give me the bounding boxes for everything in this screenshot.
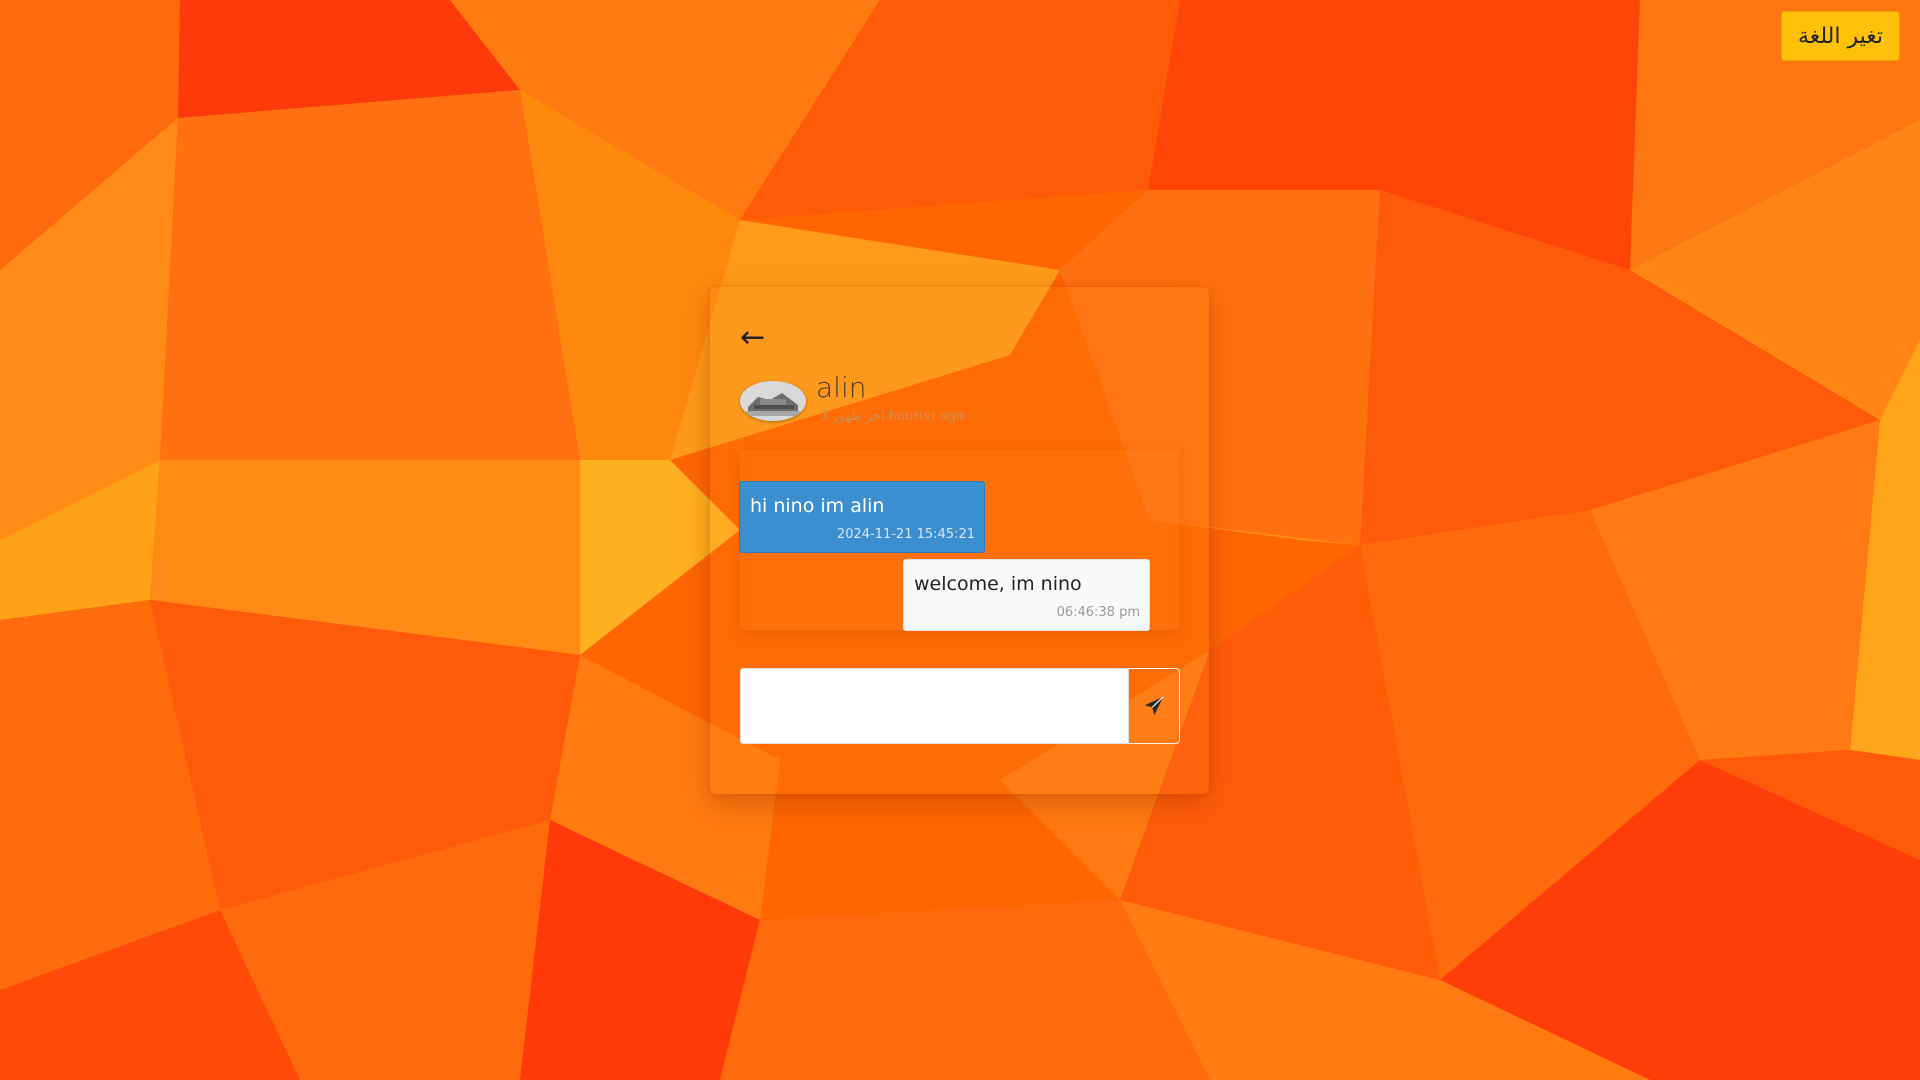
chat-card: ← alin اخر ظهور 3 hour(s) ago hi nino im… — [710, 287, 1209, 794]
send-button[interactable] — [1129, 668, 1180, 744]
last-seen-status: اخر ظهور 3 hour(s) ago — [820, 409, 964, 424]
message-bubble-sent: hi nino im alin 2024-11-21 15:45:21 — [739, 481, 985, 553]
message-bubble-received: welcome, im nino 06:46:38 pm — [903, 559, 1150, 631]
paper-plane-icon — [1144, 696, 1164, 716]
message-timestamp: 06:46:38 pm — [1056, 605, 1140, 620]
message-input[interactable] — [740, 668, 1129, 744]
message-timestamp: 2024-11-21 15:45:21 — [836, 527, 975, 542]
back-arrow-icon[interactable]: ← — [740, 323, 765, 353]
contact-name: alin — [816, 371, 867, 404]
message-text: welcome, im nino — [914, 573, 1082, 595]
contact-avatar — [740, 381, 806, 421]
avatar-photo-icon — [740, 381, 806, 421]
change-language-button[interactable]: تغير اللغة — [1781, 11, 1900, 61]
message-text: hi nino im alin — [750, 495, 885, 517]
